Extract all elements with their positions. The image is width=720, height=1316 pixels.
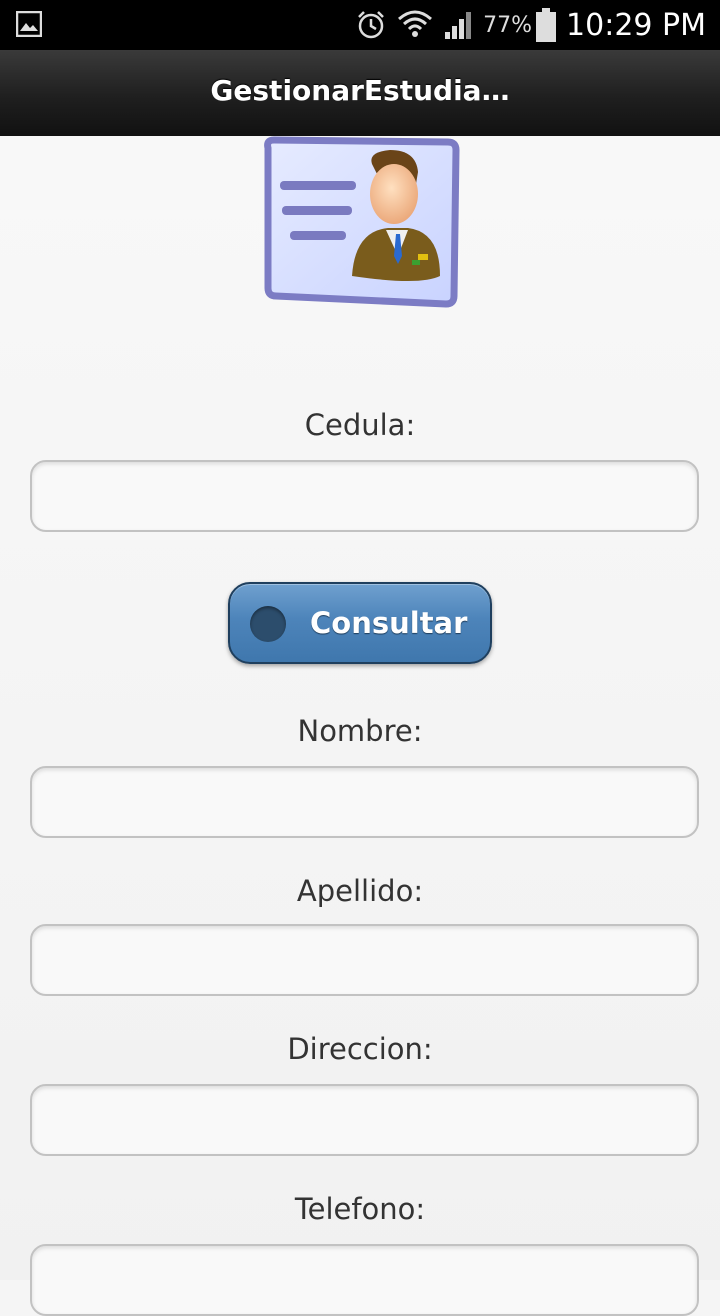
direccion-input[interactable] [30, 1084, 699, 1156]
student-id-card-icon [260, 136, 462, 311]
consult-button[interactable]: Consultar [228, 582, 492, 664]
wifi-icon [397, 9, 433, 41]
apellido-input[interactable] [30, 924, 699, 996]
nombre-label: Nombre: [297, 714, 423, 748]
status-icons: 77% 10:29 PM [345, 0, 706, 50]
telefono-label: Telefono: [294, 1192, 426, 1226]
cedula-input[interactable] [30, 460, 699, 532]
nombre-input[interactable] [30, 766, 699, 838]
cedula-label: Cedula: [304, 408, 416, 442]
status-bar: 77% 10:29 PM [0, 0, 720, 50]
status-time: 10:29 PM [566, 7, 706, 43]
gallery-icon [15, 10, 43, 38]
consult-button-label: Consultar [310, 606, 468, 640]
button-icon [250, 606, 286, 642]
telefono-input[interactable] [30, 1244, 699, 1316]
battery-icon [536, 8, 557, 42]
header-bar: GestionarEstudia… [0, 50, 720, 137]
page-title: GestionarEstudia… [210, 74, 510, 107]
battery-percent: 77% [483, 12, 533, 38]
form-content: Cedula: Consultar Nombre: Apellido: Dire… [0, 136, 720, 1316]
apellido-label: Apellido: [296, 874, 424, 908]
alarm-icon [355, 9, 387, 41]
signal-icon [443, 10, 475, 40]
direccion-label: Direccion: [287, 1032, 433, 1066]
